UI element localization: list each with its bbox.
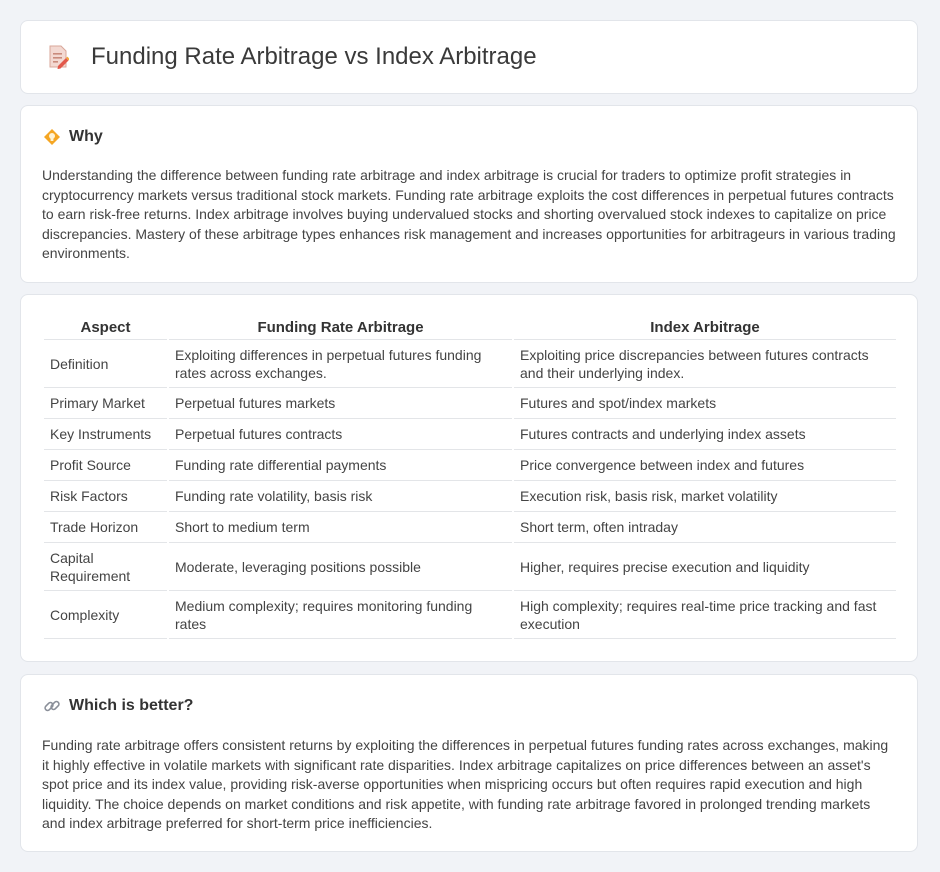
funding-rate-cell: Perpetual futures markets xyxy=(169,388,512,419)
document-pencil-icon xyxy=(49,45,69,69)
table-row: Trade Horizon Short to medium term Short… xyxy=(44,512,896,543)
funding-rate-cell: Funding rate differential payments xyxy=(169,450,512,481)
funding-rate-cell: Perpetual futures contracts xyxy=(169,419,512,450)
table-row: Risk Factors Funding rate volatility, ba… xyxy=(44,481,896,512)
index-arbitrage-cell: Higher, requires precise execution and l… xyxy=(514,543,896,591)
why-paragraph: Understanding the difference between fun… xyxy=(42,167,896,261)
aspect-cell: Capital Requirement xyxy=(44,543,167,591)
index-arbitrage-cell: Price convergence between index and futu… xyxy=(514,450,896,481)
aspect-cell: Trade Horizon xyxy=(44,512,167,543)
diamond-bulb-icon xyxy=(44,129,60,145)
funding-rate-cell: Moderate, leveraging positions possible xyxy=(169,543,512,591)
aspect-cell: Key Instruments xyxy=(44,419,167,450)
index-arbitrage-cell: Exploiting price discrepancies between f… xyxy=(514,340,896,388)
table-header-row: Aspect Funding Rate Arbitrage Index Arbi… xyxy=(44,315,896,340)
header-index-arbitrage: Index Arbitrage xyxy=(514,315,896,340)
table-row: Definition Exploiting differences in per… xyxy=(44,340,896,388)
index-arbitrage-cell: High complexity; requires real-time pric… xyxy=(514,591,896,639)
table-row: Primary Market Perpetual futures markets… xyxy=(44,388,896,419)
title-card: Funding Rate Arbitrage vs Index Arbitrag… xyxy=(20,20,918,94)
aspect-cell: Primary Market xyxy=(44,388,167,419)
aspect-cell: Complexity xyxy=(44,591,167,639)
comparison-table: Aspect Funding Rate Arbitrage Index Arbi… xyxy=(42,315,898,639)
why-section: Why Understanding the difference between… xyxy=(20,105,918,283)
which-is-better-paragraph: Funding rate arbitrage offers consistent… xyxy=(42,737,889,831)
why-heading: Why xyxy=(69,128,103,145)
index-arbitrage-cell: Futures and spot/index markets xyxy=(514,388,896,419)
table-row: Capital Requirement Moderate, leveraging… xyxy=(44,543,896,591)
comparison-card: Aspect Funding Rate Arbitrage Index Arbi… xyxy=(20,294,918,662)
which-is-better-heading: Which is better? xyxy=(69,697,194,714)
funding-rate-cell: Medium complexity; requires monitoring f… xyxy=(169,591,512,639)
aspect-cell: Risk Factors xyxy=(44,481,167,512)
aspect-cell: Definition xyxy=(44,340,167,388)
funding-rate-cell: Funding rate volatility, basis risk xyxy=(169,481,512,512)
index-arbitrage-cell: Execution risk, basis risk, market volat… xyxy=(514,481,896,512)
index-arbitrage-cell: Short term, often intraday xyxy=(514,512,896,543)
which-is-better-section: Which is better? Funding rate arbitrage … xyxy=(20,674,918,852)
table-row: Complexity Medium complexity; requires m… xyxy=(44,591,896,639)
aspect-cell: Profit Source xyxy=(44,450,167,481)
table-row: Profit Source Funding rate differential … xyxy=(44,450,896,481)
header-funding-rate-arbitrage: Funding Rate Arbitrage xyxy=(169,315,512,340)
header-aspect: Aspect xyxy=(44,315,167,340)
link-icon xyxy=(44,700,60,712)
funding-rate-cell: Short to medium term xyxy=(169,512,512,543)
funding-rate-cell: Exploiting differences in perpetual futu… xyxy=(169,340,512,388)
index-arbitrage-cell: Futures contracts and underlying index a… xyxy=(514,419,896,450)
table-row: Key Instruments Perpetual futures contra… xyxy=(44,419,896,450)
page-title: Funding Rate Arbitrage vs Index Arbitrag… xyxy=(91,43,537,70)
